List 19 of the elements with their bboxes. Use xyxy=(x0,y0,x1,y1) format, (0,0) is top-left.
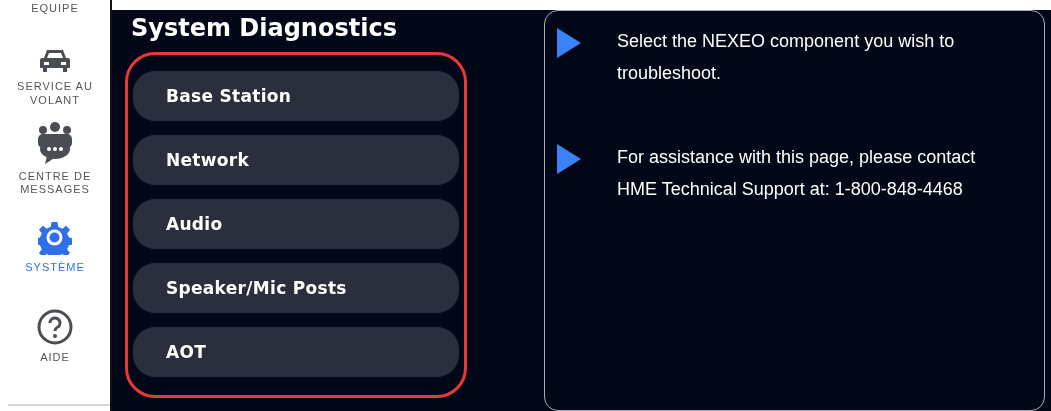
sidebar-item[interactable]: SYSTÈME xyxy=(5,221,105,275)
sidebar-item[interactable]: CENTRE DE MESSAGES xyxy=(5,121,105,197)
sidebar-item[interactable]: EQUIPE xyxy=(5,2,105,24)
triangle-icon xyxy=(557,144,581,174)
triangle-icon xyxy=(557,28,581,58)
component-button[interactable]: Base Station xyxy=(133,71,459,121)
people-chat-icon xyxy=(37,121,73,164)
sidebar-item[interactable]: AIDE xyxy=(5,308,105,365)
component-button[interactable]: AOT xyxy=(133,327,459,377)
page-title: System Diagnostics xyxy=(131,14,398,42)
sidebar-item[interactable]: SERVICE AU VOLANT xyxy=(5,48,105,108)
component-button[interactable]: Speaker/Mic Posts xyxy=(133,263,459,313)
settings-icon xyxy=(38,221,72,255)
car-icon xyxy=(40,48,70,74)
info-text: For assistance with this page, please contact HME Technical Support at: 1-800-848-4468 xyxy=(617,146,977,201)
info-text: Select the NEXEO component you wish to troubleshoot. xyxy=(617,30,956,85)
component-button[interactable]: Audio xyxy=(133,199,459,249)
help-icon xyxy=(37,308,73,345)
component-button[interactable]: Network xyxy=(133,135,459,185)
